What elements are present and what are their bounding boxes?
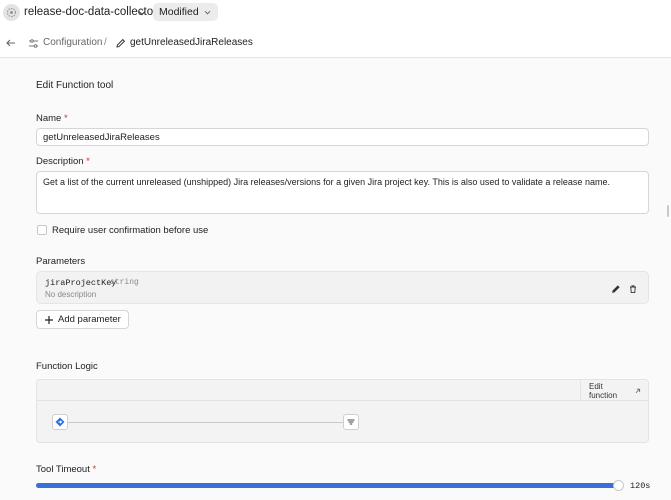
- function-logic-label: Function Logic: [36, 361, 98, 372]
- function-logic-canvas: Edit function: [36, 379, 649, 443]
- breadcrumb: Configuration / getUnreleasedJiraRelease…: [0, 26, 671, 58]
- back-arrow-icon[interactable]: [5, 36, 17, 48]
- timeout-value: 120s: [630, 481, 651, 491]
- name-field[interactable]: [36, 128, 649, 146]
- required-marker: *: [63, 113, 68, 124]
- edit-parameter-pencil-icon[interactable]: [611, 281, 621, 293]
- top-bar: release-doc-data-collector Modified: [0, 0, 671, 26]
- plus-icon: [45, 315, 53, 324]
- sliders-icon: [28, 36, 39, 48]
- require-confirmation-label[interactable]: Require user confirmation before use: [52, 225, 208, 236]
- parameter-type: string: [110, 278, 139, 287]
- edit-function-button[interactable]: Edit function: [580, 380, 648, 401]
- breadcrumb-separator: /: [104, 37, 107, 48]
- require-confirmation-checkbox[interactable]: [37, 225, 47, 235]
- description-field[interactable]: Get a list of the current unreleased (un…: [36, 171, 649, 214]
- delete-parameter-trash-icon[interactable]: [628, 281, 638, 294]
- parameter-name: jiraProjectKey: [45, 278, 117, 288]
- required-marker: *: [92, 464, 97, 475]
- parameter-description: No description: [45, 290, 97, 299]
- parameters-label: Parameters: [36, 256, 86, 267]
- external-arrow-icon: [636, 388, 641, 393]
- pencil-icon: [115, 36, 126, 48]
- flow-end-node[interactable]: [343, 414, 359, 430]
- timeout-slider-handle[interactable]: [613, 480, 624, 491]
- start-diamond-icon: [55, 417, 65, 427]
- add-parameter-label: Add parameter: [58, 314, 121, 325]
- flow-connector: [68, 422, 343, 423]
- page-title: Edit Function tool: [36, 80, 114, 91]
- status-chevron-icon: [204, 10, 211, 15]
- breadcrumb-function-name: getUnreleasedJiraReleases: [130, 37, 253, 48]
- description-label-text: Description: [36, 156, 84, 167]
- parameter-row[interactable]: jiraProjectKey string No description: [36, 271, 649, 304]
- return-lines-icon: [347, 419, 355, 425]
- function-logic-header: Edit function: [37, 380, 648, 401]
- breadcrumb-configuration[interactable]: Configuration: [43, 37, 102, 48]
- flow-start-node[interactable]: [52, 414, 68, 430]
- status-badge[interactable]: Modified: [153, 3, 218, 21]
- tool-timeout-label-text: Tool Timeout: [36, 464, 90, 475]
- tool-timeout-label: Tool Timeout *: [36, 464, 96, 475]
- status-label: Modified: [159, 6, 199, 18]
- add-parameter-button[interactable]: Add parameter: [36, 310, 129, 329]
- app-logo-icon[interactable]: [3, 4, 20, 21]
- timeout-slider[interactable]: [36, 480, 624, 491]
- app-switcher-chevron-icon[interactable]: [136, 6, 148, 18]
- name-label: Name *: [36, 113, 68, 124]
- name-label-text: Name: [36, 113, 62, 124]
- description-label: Description *: [36, 156, 90, 167]
- required-marker: *: [86, 156, 90, 167]
- resize-handle[interactable]: [667, 205, 669, 217]
- timeout-slider-fill: [36, 483, 618, 488]
- edit-function-label: Edit function: [589, 381, 618, 400]
